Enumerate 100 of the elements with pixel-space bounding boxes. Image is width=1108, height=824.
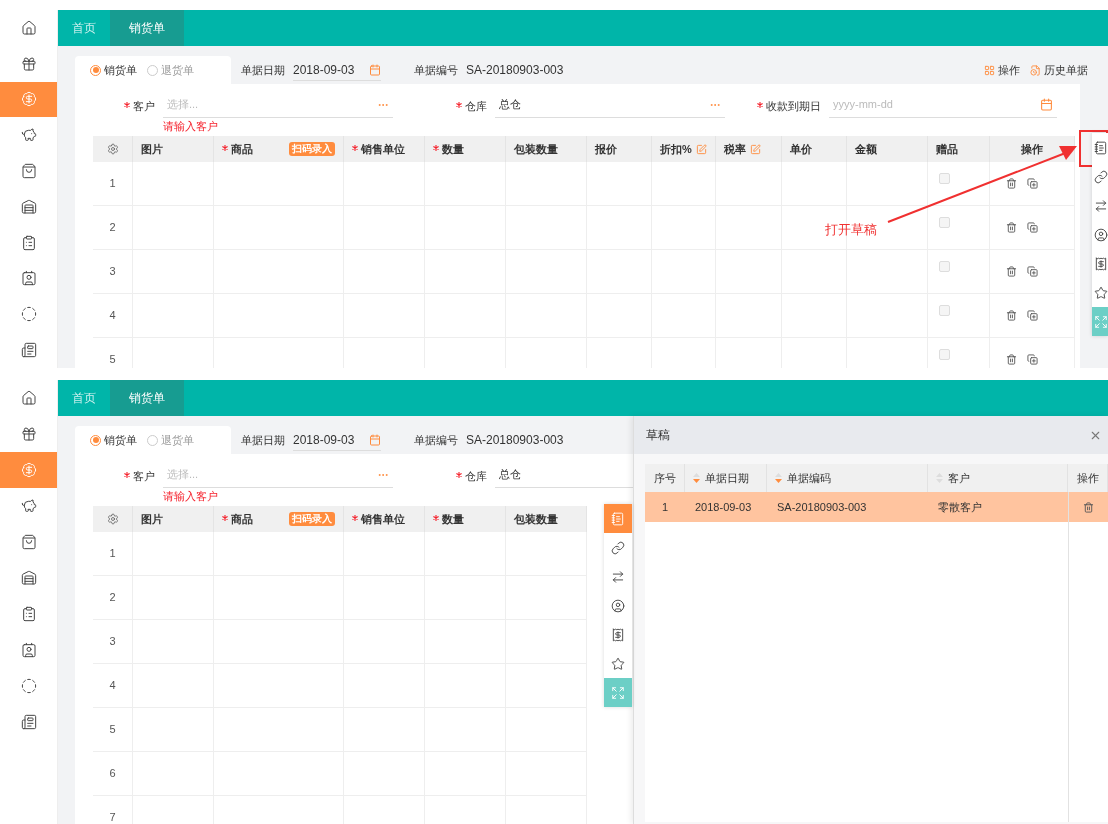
input-field[interactable]: 选择... — [163, 92, 393, 118]
scan-entry-tag[interactable]: 扫码录入 — [289, 512, 335, 526]
calendar-icon[interactable] — [369, 433, 381, 446]
row-number: 6 — [109, 766, 116, 782]
calendar-icon[interactable] — [1040, 98, 1053, 111]
column-header: 报价 — [595, 141, 617, 157]
newspaper-icon — [20, 714, 37, 730]
input-field[interactable]: 选择... — [163, 462, 393, 488]
nav-tab[interactable]: 销货单 — [110, 10, 184, 46]
clipboard-icon — [20, 234, 37, 251]
user-circle-icon — [611, 598, 625, 613]
expand-icon — [611, 685, 625, 700]
exchange-icon — [1094, 198, 1108, 213]
field-label: 仓库 — [465, 99, 487, 114]
field-label: 收款到期日 — [766, 99, 821, 114]
gift-checkbox[interactable] — [939, 305, 950, 316]
date-field[interactable]: 2018-09-03 — [293, 59, 381, 81]
gift-icon — [20, 55, 37, 72]
radio-option[interactable]: 退货单 — [147, 431, 194, 449]
newspaper-icon — [20, 342, 37, 359]
input-field[interactable]: 总仓 — [495, 92, 725, 118]
clipboard-icon — [20, 606, 37, 622]
row-number: 5 — [109, 722, 116, 738]
gift-checkbox[interactable] — [939, 173, 950, 184]
table-cell-text: 零散客户 — [938, 499, 982, 515]
date-field[interactable]: 2018-09-03 — [293, 429, 381, 451]
date-label: 单据日期 — [241, 62, 285, 78]
id-card-icon — [20, 642, 37, 658]
radio-option[interactable]: 销货单 — [90, 431, 137, 449]
warehouse-icon — [20, 198, 37, 215]
row-number: 7 — [109, 810, 116, 824]
copy-icon[interactable] — [1027, 310, 1038, 321]
row-number: 1 — [109, 176, 116, 192]
dotted-circle-icon — [20, 306, 37, 323]
scan-entry-tag[interactable]: 扫码录入 — [289, 142, 335, 156]
field-label: 仓库 — [465, 469, 487, 484]
copy-icon[interactable] — [1027, 178, 1038, 189]
column-header: 销售单位 — [361, 141, 405, 157]
field-label: 客户 — [133, 469, 155, 484]
copy-icon[interactable] — [1027, 354, 1038, 365]
nav-tab[interactable]: 首页 — [58, 380, 110, 416]
exchange-icon — [611, 569, 625, 584]
link-icon — [611, 540, 625, 555]
number-label: 单据编号 — [414, 62, 458, 78]
gift-checkbox[interactable] — [939, 349, 950, 360]
column-header: 商品 — [231, 511, 253, 527]
row-number: 1 — [109, 546, 116, 562]
gift-checkbox[interactable] — [939, 217, 950, 228]
nav-tab[interactable]: 销货单 — [110, 380, 184, 416]
column-header: 图片 — [141, 141, 163, 157]
header-action[interactable]: 操作 — [984, 61, 1020, 79]
table-cell-text: SA-20180903-003 — [777, 499, 867, 515]
settings-icon[interactable] — [106, 143, 119, 155]
copy-icon[interactable] — [1027, 266, 1038, 277]
star-icon — [611, 656, 625, 671]
home-icon — [20, 19, 37, 36]
delete-icon[interactable] — [1006, 178, 1017, 189]
dotted-circle-icon — [20, 678, 37, 694]
column-header: 序号 — [653, 470, 676, 486]
row-number: 2 — [109, 590, 116, 606]
nav-tab[interactable]: 首页 — [58, 10, 110, 46]
calendar-icon[interactable] — [369, 63, 381, 76]
sort-icon[interactable] — [775, 473, 782, 483]
piggy-bank-icon — [20, 498, 37, 514]
column-header: 折扣% — [660, 141, 692, 157]
document-clock-icon — [1030, 64, 1041, 76]
date-label: 单据日期 — [241, 432, 285, 448]
edit-icon[interactable] — [695, 143, 707, 155]
column-header: 图片 — [141, 511, 163, 527]
gift-checkbox[interactable] — [939, 261, 950, 272]
id-card-icon — [20, 270, 37, 287]
error-message: 请输入客户 — [163, 489, 218, 504]
column-header: 销售单位 — [361, 511, 405, 527]
edit-icon[interactable] — [750, 143, 761, 155]
radio-option[interactable]: 退货单 — [147, 61, 194, 79]
delete-icon[interactable] — [1006, 222, 1017, 233]
input-field[interactable]: yyyy-mm-dd — [829, 92, 1057, 118]
row-number: 3 — [109, 264, 116, 280]
column-header: 包装数量 — [514, 141, 558, 157]
number-label: 单据编号 — [414, 432, 458, 448]
copy-icon[interactable] — [1027, 222, 1038, 233]
delete-icon[interactable] — [1006, 310, 1017, 321]
dollar-badge-icon — [20, 91, 37, 108]
error-message: 请输入客户 — [163, 119, 218, 134]
column-header: 数量 — [442, 511, 464, 527]
settings-icon[interactable] — [106, 513, 119, 525]
row-number: 4 — [109, 308, 116, 324]
table-cell-text: 2018-09-03 — [695, 499, 752, 515]
delete-icon[interactable] — [1006, 354, 1017, 365]
column-header: 税率 — [724, 141, 746, 157]
radio-option[interactable]: 销货单 — [90, 61, 137, 79]
annotation-text: 打开草稿 — [825, 221, 877, 239]
column-header: 包装数量 — [514, 511, 558, 527]
delete-icon[interactable] — [1083, 501, 1094, 513]
sort-icon[interactable] — [693, 473, 700, 483]
header-action[interactable]: 历史单据 — [1030, 61, 1088, 79]
column-header: 数量 — [442, 141, 464, 157]
column-header: 赠品 — [936, 141, 958, 157]
draft-row[interactable]: 1 2018-09-03 SA-20180903-003 零散客户 — [645, 492, 1108, 522]
delete-icon[interactable] — [1006, 266, 1017, 277]
